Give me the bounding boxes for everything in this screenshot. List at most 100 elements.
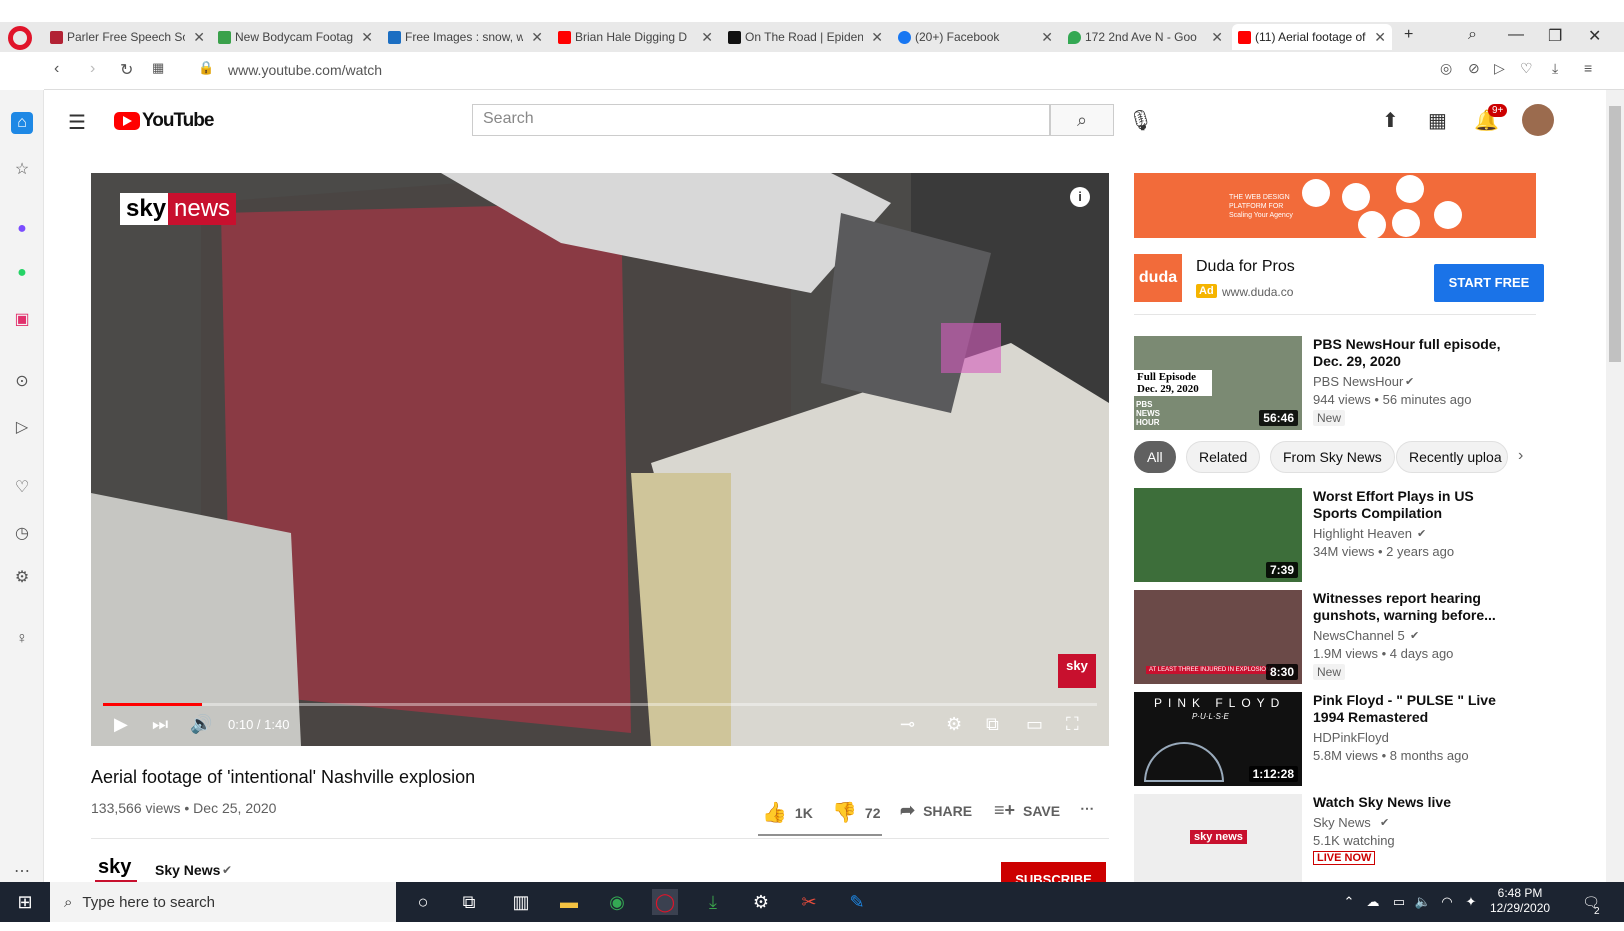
speaker-icon[interactable]: 🔈 — [1410, 889, 1436, 915]
favorites-icon[interactable]: ♡ — [11, 476, 33, 498]
heart-icon[interactable]: ♡ — [1520, 60, 1533, 77]
channel-avatar[interactable]: sky — [98, 856, 131, 879]
next-icon[interactable]: ⏭ — [152, 714, 168, 735]
browser-tab[interactable]: New Bodycam Footag ✕ — [218, 24, 373, 50]
browser-tab[interactable]: 172 2nd Ave N - Goo ✕ — [1068, 24, 1223, 50]
snapshot-icon[interactable]: ◎ — [1440, 60, 1452, 77]
fullscreen-icon[interactable]: ⛶ — [1066, 714, 1079, 735]
easy-setup-icon[interactable]: ≡ — [1584, 60, 1592, 76]
menu-icon[interactable]: ☰ — [68, 110, 86, 135]
video-thumbnail[interactable]: Full Episode Dec. 29, 2020 PBS NEWS HOUR… — [1134, 336, 1302, 430]
rec-channel[interactable]: PBS NewsHour — [1313, 374, 1403, 389]
subscribe-button[interactable]: SUBSCRIBE — [1001, 862, 1106, 882]
instagram-icon[interactable]: ▣ — [11, 308, 33, 330]
chevron-right-icon[interactable]: › — [1518, 447, 1523, 465]
upload-icon[interactable]: ⬆ — [1382, 108, 1399, 133]
file-explorer-icon[interactable]: ▬ — [556, 889, 582, 915]
rec-channel[interactable]: Sky News — [1313, 815, 1371, 830]
download-manager-icon[interactable]: ⤓ — [700, 889, 726, 915]
search-input[interactable]: Search — [472, 104, 1050, 136]
theater-mode-icon[interactable]: ▭ — [1026, 714, 1043, 735]
browser-tab[interactable]: On The Road | Epiden ✕ — [728, 24, 883, 50]
video-thumbnail[interactable]: AT LEAST THREE INJURED IN EXPLOSION 8:30 — [1134, 590, 1302, 684]
scrollbar-thumb[interactable] — [1609, 106, 1621, 362]
home-icon[interactable]: ⌂ — [11, 112, 33, 134]
video-thumbnail[interactable]: sky news — [1134, 794, 1302, 882]
network-icon[interactable]: ☁ — [1360, 889, 1386, 915]
opera-taskbar-icon[interactable]: ◯ — [652, 889, 678, 915]
close-tab-icon[interactable]: ✕ — [1037, 29, 1053, 46]
autoplay-toggle[interactable]: ⊸ — [900, 714, 915, 735]
close-tab-icon[interactable]: ✕ — [1207, 29, 1223, 46]
settings-gear-icon[interactable]: ⚙ — [946, 714, 962, 735]
play-icon[interactable]: ▶ — [114, 714, 128, 735]
task-view-icon[interactable]: ⧉ — [456, 889, 482, 915]
paint-icon[interactable]: ✎ — [844, 889, 870, 915]
messenger-icon[interactable]: ● — [11, 218, 33, 240]
rec-title[interactable]: Watch Sky News live — [1313, 794, 1518, 811]
rec-channel[interactable]: Highlight Heaven — [1313, 526, 1412, 541]
close-tab-icon[interactable]: ✕ — [1370, 29, 1386, 46]
video-thumbnail[interactable]: PINK FLOYD P·U·L·S·E 1:12:28 — [1134, 692, 1302, 786]
close-tab-icon[interactable]: ✕ — [357, 29, 373, 46]
rec-title[interactable]: Witnesses report hearing gunshots, warni… — [1313, 590, 1518, 624]
browser-tab[interactable]: (20+) Facebook ✕ — [898, 24, 1053, 50]
like-button[interactable]: 👍 1K — [762, 800, 813, 825]
video-player[interactable] — [91, 173, 1109, 746]
close-tab-icon[interactable]: ✕ — [697, 29, 713, 46]
avatar[interactable] — [1522, 104, 1554, 136]
new-tab-icon[interactable]: + — [1404, 26, 1413, 44]
settings-taskbar-icon[interactable]: ⚙ — [748, 889, 774, 915]
search-tabs-icon[interactable]: ⌕ — [1468, 26, 1477, 44]
speed-dial-icon[interactable]: ▦ — [152, 60, 164, 76]
ad-cta-button[interactable]: START FREE — [1434, 264, 1544, 302]
tips-icon[interactable]: ♀ — [11, 628, 33, 650]
dropbox-icon[interactable]: ✦ — [1458, 889, 1484, 915]
close-tab-icon[interactable]: ✕ — [527, 29, 543, 46]
volume-icon[interactable]: 🔊 — [190, 714, 212, 735]
reload-icon[interactable]: ↻ — [120, 60, 133, 80]
info-icon[interactable]: i — [1070, 187, 1090, 207]
video-thumbnail[interactable]: 7:39 — [1134, 488, 1302, 582]
rec-title[interactable]: PBS NewsHour full episode, Dec. 29, 2020 — [1313, 336, 1518, 370]
share-button[interactable]: ➦ SHARE — [900, 800, 972, 821]
dislike-button[interactable]: 👎 72 — [832, 800, 880, 825]
send-sidebar-icon[interactable]: ▷ — [11, 416, 33, 438]
chip-recently-uploaded[interactable]: Recently uploa — [1396, 441, 1508, 473]
rec-channel[interactable]: NewsChannel 5 — [1313, 628, 1405, 643]
save-button[interactable]: ≡+ SAVE — [994, 800, 1060, 821]
close-window-icon[interactable]: ✕ — [1588, 26, 1601, 46]
ad-banner[interactable]: THE WEB DESIGN PLATFORM FOR Scaling Your… — [1134, 173, 1536, 238]
battery-icon[interactable]: ▭ — [1386, 889, 1412, 915]
player-icon[interactable]: ⊙ — [11, 370, 33, 392]
cortana-icon[interactable]: ○ — [410, 889, 436, 915]
youtube-wordmark[interactable]: YouTube — [142, 110, 214, 132]
forward-icon[interactable]: › — [90, 60, 95, 78]
action-center-icon[interactable]: 🗨 — [1578, 889, 1604, 915]
more-icon[interactable]: ⋯ — [11, 860, 33, 882]
snipping-tool-icon[interactable]: ✂ — [796, 889, 822, 915]
browser-tab[interactable]: Parler Free Speech So ✕ — [50, 24, 205, 50]
whatsapp-icon[interactable]: ● — [11, 262, 33, 284]
browser-tab[interactable]: Brian Hale Digging D ✕ — [558, 24, 713, 50]
windows-start-icon[interactable]: ⊞ — [12, 889, 38, 915]
channel-name[interactable]: Sky News — [155, 862, 220, 878]
chip-from-sky-news[interactable]: From Sky News — [1270, 441, 1395, 473]
download-icon[interactable]: ⤓ — [1552, 60, 1558, 77]
settings-icon[interactable]: ⚙ — [11, 566, 33, 588]
browser-tab-active[interactable]: (11) Aerial footage of ✕ — [1232, 24, 1392, 50]
ad-url[interactable]: www.duda.co — [1222, 285, 1293, 299]
clock[interactable]: 6:48 PM 12/29/2020 — [1490, 886, 1550, 916]
microphone-icon[interactable]: 🎙 — [1128, 108, 1153, 133]
wifi-icon[interactable]: ◠ — [1434, 889, 1460, 915]
back-icon[interactable]: ‹ — [54, 60, 59, 78]
rec-channel[interactable]: HDPinkFloyd — [1313, 730, 1389, 745]
taskbar-search[interactable]: ⌕ Type here to search — [50, 882, 396, 922]
url-field[interactable]: www.youtube.com/watch — [228, 62, 382, 78]
apps-icon[interactable]: ▦ — [1428, 108, 1447, 133]
audio-app-icon[interactable]: ▥ — [508, 889, 534, 915]
rec-title[interactable]: Worst Effort Plays in US Sports Compilat… — [1313, 488, 1518, 522]
ad-title[interactable]: Duda for Pros — [1196, 258, 1295, 276]
more-actions-icon[interactable]: ⋯ — [1080, 800, 1094, 817]
history-icon[interactable]: ◷ — [11, 522, 33, 544]
